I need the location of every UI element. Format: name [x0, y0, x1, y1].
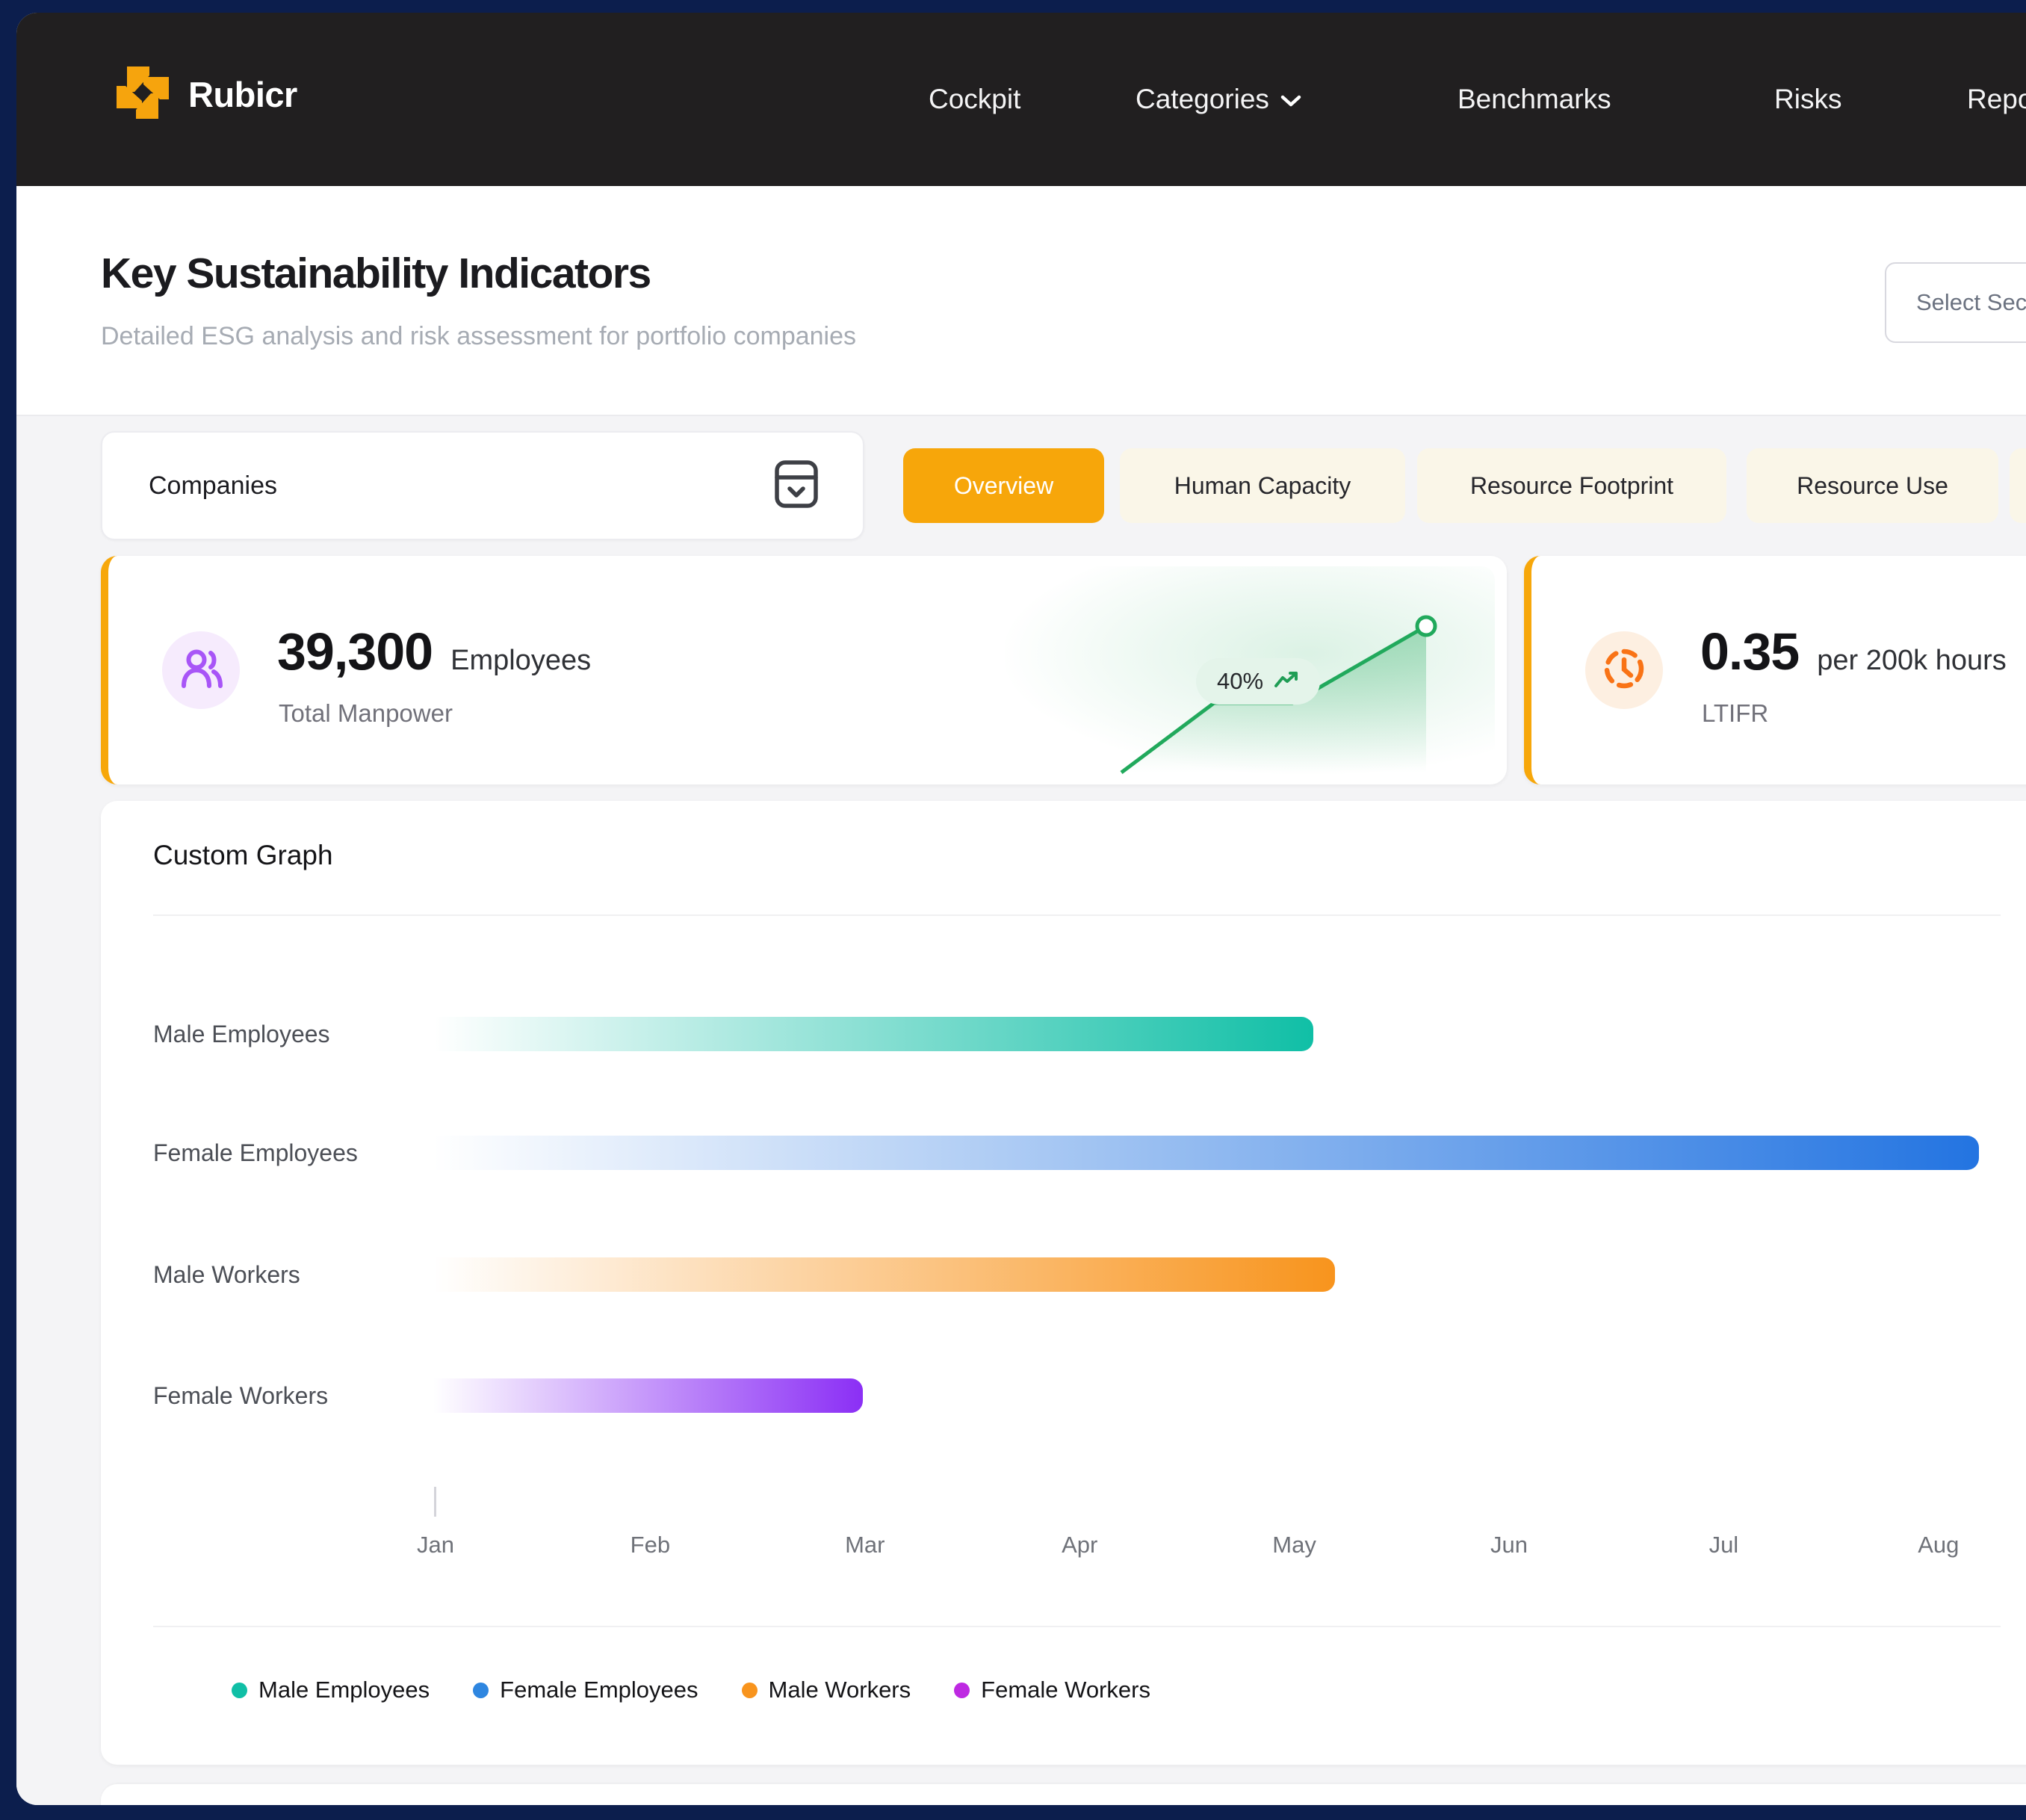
kpi-value: 39,300 — [277, 622, 433, 681]
nav-item-label: Categories — [1136, 84, 1269, 115]
app-window: Rubicr Cockpit Categories Benchmarks Risks R… — [16, 13, 2026, 1805]
x-tick-jan: Jan — [417, 1532, 454, 1559]
tab-human-capacity[interactable]: Human Capacity — [1120, 448, 1405, 523]
legend-item-male-employees[interactable]: Male Employees — [232, 1677, 430, 1703]
x-tick-feb: Feb — [631, 1532, 670, 1559]
x-tick-mar: Mar — [845, 1532, 885, 1559]
users-icon — [179, 646, 223, 696]
sector-select-value: Select Sector — [1916, 289, 2026, 316]
legend-label: Female Employees — [500, 1677, 698, 1703]
chart-legend: Male Employees Female Employees Male Worke… — [232, 1671, 1150, 1709]
companies-select[interactable]: Companies — [101, 431, 864, 540]
kpi-unit: per 200k hours — [1817, 645, 2007, 677]
tab-resource-footprint[interactable]: Resource Footprint — [1417, 448, 1726, 523]
screen: Rubicr Cockpit Categories Benchmarks Risks R… — [0, 0, 2026, 1820]
top-navbar: Rubicr Cockpit Categories Benchmarks Risks R… — [16, 13, 2026, 186]
page-title: Key Sustainability Indicators — [101, 249, 651, 298]
chevron-down-icon — [1280, 84, 1302, 115]
page-header: Key Sustainability Indicators Detailed E… — [16, 186, 2026, 416]
kpi-value-row: 0.35 per 200k hours — [1700, 622, 2007, 681]
kpi-card-ltifr: 0.35 per 200k hours LTIFR — [1524, 556, 2026, 784]
nav-item-label: Risks — [1774, 84, 1841, 115]
dropdown-panel-icon — [773, 459, 820, 513]
nav-item-cockpit[interactable]: Cockpit — [929, 13, 1020, 186]
x-tick-aug: Aug — [1918, 1532, 1959, 1559]
x-tick-jun: Jun — [1490, 1532, 1528, 1559]
tab-partial[interactable] — [2010, 448, 2026, 523]
legend-dot — [232, 1683, 247, 1698]
bar-male-workers — [433, 1257, 1335, 1292]
trend-badge: 40% — [1196, 658, 1320, 705]
nav-item-label: Benchmarks — [1457, 84, 1611, 115]
trend-badge-value: 40% — [1217, 668, 1263, 695]
sector-select[interactable]: Select Sector — [1885, 262, 2026, 343]
next-card-partial — [101, 1784, 2026, 1805]
divider — [153, 1626, 2001, 1627]
clock-icon — [1601, 646, 1647, 696]
kpi-label: Total Manpower — [279, 699, 453, 728]
bar-label-female-workers: Female Workers — [153, 1378, 328, 1413]
kpi-label: LTIFR — [1702, 699, 1768, 728]
nav-item-risks[interactable]: Risks — [1774, 13, 1841, 186]
legend-dot — [742, 1683, 758, 1698]
legend-dot — [954, 1683, 970, 1698]
pinwheel-logo-icon — [112, 62, 173, 127]
x-tick-jul: Jul — [1709, 1532, 1739, 1559]
legend-item-female-employees[interactable]: Female Employees — [473, 1677, 698, 1703]
legend-label: Male Workers — [769, 1677, 911, 1703]
chart-title: Custom Graph — [153, 840, 333, 871]
bar-label-male-employees: Male Employees — [153, 1017, 330, 1051]
kpi-icon-circle — [1585, 631, 1663, 709]
legend-label: Female Workers — [981, 1677, 1150, 1703]
kpi-unit: Employees — [450, 645, 591, 677]
tab-resource-use[interactable]: Resource Use — [1747, 448, 1998, 523]
nav-item-reports[interactable]: Reports — [1967, 13, 2026, 186]
divider — [153, 914, 2001, 916]
kpi-value-row: 39,300 Employees — [277, 622, 591, 681]
brand-logo[interactable]: Rubicr — [112, 62, 297, 127]
nav-item-categories[interactable]: Categories — [1136, 13, 1302, 186]
custom-graph-card: Custom Graph Male Employees Female Employ… — [101, 801, 2026, 1765]
bar-label-male-workers: Male Workers — [153, 1257, 300, 1292]
bar-female-employees — [433, 1136, 1979, 1170]
bar-male-employees — [433, 1017, 1313, 1051]
trending-up-icon — [1274, 670, 1299, 693]
kpi-card-total-manpower: 39,300 Employees Total Manpower 40% — [101, 556, 1507, 784]
legend-dot — [473, 1683, 489, 1698]
page-body: Companies OverviewHuman CapacityResource… — [16, 416, 2026, 1805]
kpi-icon-circle — [162, 631, 240, 709]
kpi-value: 0.35 — [1700, 622, 1799, 681]
page-subtitle: Detailed ESG analysis and risk assessmen… — [101, 322, 856, 351]
bar-female-workers — [433, 1378, 863, 1413]
tab-overview[interactable]: Overview — [903, 448, 1104, 523]
x-tick-may: May — [1272, 1532, 1316, 1559]
nav-item-label: Cockpit — [929, 84, 1020, 115]
companies-select-label: Companies — [149, 471, 277, 501]
x-tick-apr: Apr — [1062, 1532, 1097, 1559]
legend-label: Male Employees — [258, 1677, 430, 1703]
legend-item-female-workers[interactable]: Female Workers — [954, 1677, 1150, 1703]
nav-item-label: Reports — [1967, 84, 2026, 115]
bar-label-female-employees: Female Employees — [153, 1136, 358, 1170]
axis-tick — [434, 1487, 436, 1517]
legend-item-male-workers[interactable]: Male Workers — [742, 1677, 911, 1703]
nav-item-benchmarks[interactable]: Benchmarks — [1457, 13, 1611, 186]
brand-name: Rubicr — [188, 74, 297, 115]
